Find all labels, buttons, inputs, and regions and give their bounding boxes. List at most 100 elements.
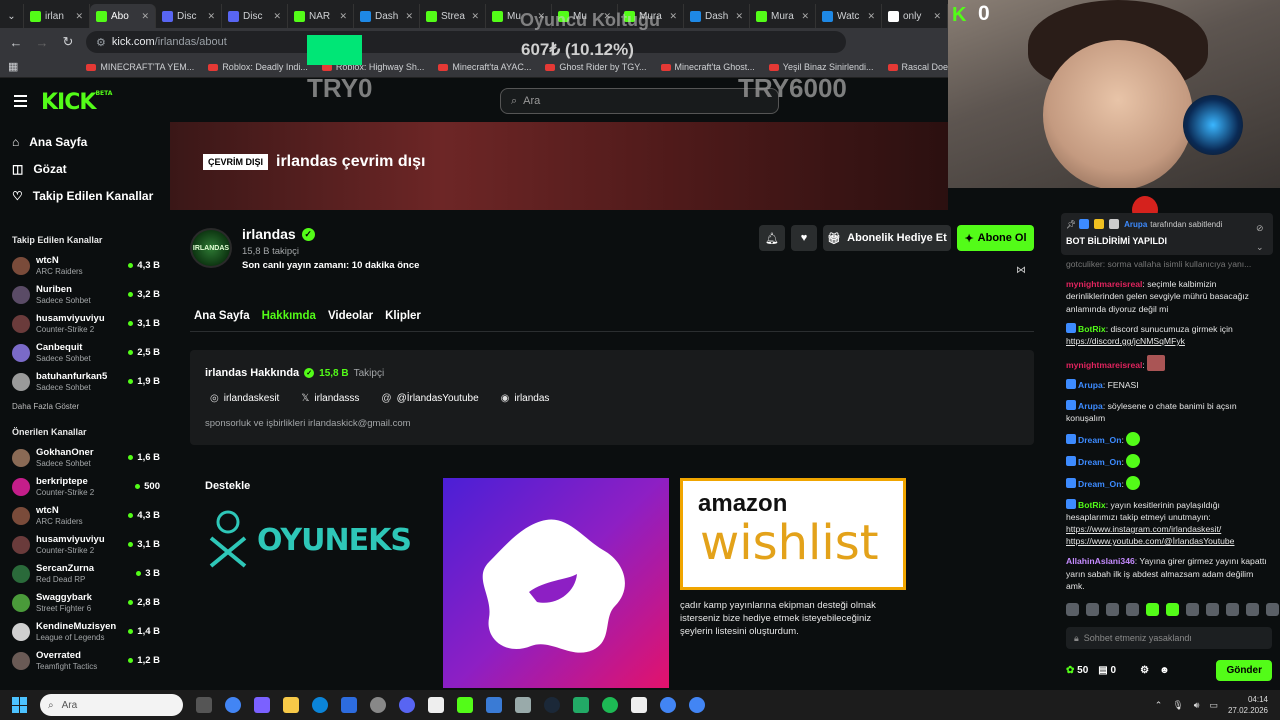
chat-username[interactable]: Arupa [1078, 380, 1103, 390]
kick-logo[interactable]: KICKBETA [41, 90, 112, 115]
url-input[interactable]: ⚙ kick.com /irlandas/about [86, 31, 846, 53]
chat-username[interactable]: BotRix [1078, 324, 1106, 334]
close-icon[interactable]: ✕ [141, 11, 149, 22]
menu-icon[interactable] [14, 95, 27, 110]
settings-icon[interactable]: ⚙ [1140, 665, 1149, 676]
windows-start-icon[interactable] [12, 697, 28, 713]
browser-tab[interactable]: Disc ✕ [222, 4, 288, 28]
close-icon[interactable]: ✕ [75, 11, 83, 22]
star-panel[interactable] [443, 478, 669, 688]
app-icon[interactable] [573, 697, 589, 713]
edge-icon[interactable] [312, 697, 328, 713]
gift-subscription-button[interactable]: 🎁︎ Abonelik Hediye Et [823, 225, 951, 251]
channel-item[interactable]: Canbequit Sadece Sohbet 2,5 B [0, 338, 170, 367]
bookmark-item[interactable]: Rascal Does Not Dr... [887, 62, 948, 72]
channel-item[interactable]: batuhanfurkan5 Sadece Sohbet 1,9 B [0, 367, 170, 396]
apps-icon[interactable]: ▦ [8, 60, 18, 73]
sidebar-item-following[interactable]: ♡ Takip Edilen Kanallar [0, 182, 170, 209]
emote-icon[interactable] [1226, 603, 1239, 616]
chevron-down-icon[interactable]: ⌄ [1256, 238, 1264, 257]
channel-avatar[interactable]: IRLANDAS [190, 228, 232, 268]
browser-tab[interactable]: irlan ✕ [24, 4, 90, 28]
points-button[interactable]: ✿ 50 [1066, 665, 1088, 676]
social-threads[interactable]: @ @İrlandasYoutube [381, 393, 478, 404]
send-button[interactable]: Gönder [1216, 659, 1272, 681]
channel-item[interactable]: berkriptepe Counter-Strike 2 500 [0, 472, 170, 501]
sidebar-item-home[interactable]: ⌂ Ana Sayfa [0, 128, 170, 155]
chrome-icon[interactable] [660, 697, 676, 713]
channel-item[interactable]: Nuriben Sadece Sohbet 3,2 B [0, 280, 170, 309]
chat-username[interactable]: AllahinAslani346 [1066, 556, 1135, 566]
social-discord[interactable]: ◉ irlandas [501, 393, 550, 404]
close-icon[interactable]: ✕ [471, 11, 479, 22]
browser-tab[interactable]: Dash ✕ [354, 4, 420, 28]
emote-icon[interactable] [1106, 603, 1119, 616]
chat-username[interactable]: Dream_On [1078, 457, 1121, 467]
taskbar-search[interactable]: ⌕ Ara [40, 694, 183, 716]
chat-username[interactable]: Arupa [1078, 401, 1103, 411]
social-instagram[interactable]: ◎ irlandaskesit [210, 393, 279, 404]
copilot-icon[interactable] [254, 697, 270, 713]
emote-icon[interactable] [1086, 603, 1099, 616]
discord-icon[interactable] [399, 697, 415, 713]
bookmark-item[interactable]: Ghost Rider by TGY... [545, 62, 647, 72]
browser-tab[interactable]: Mura ✕ [750, 4, 816, 28]
browser-tab[interactable]: NAR ✕ [288, 4, 354, 28]
bookmark-item[interactable]: Yeşil Binaz Sinirlendi... [768, 62, 874, 72]
tab-about[interactable]: Hakkımda [262, 310, 316, 322]
emote-icon[interactable] [1206, 603, 1219, 616]
spotify-icon[interactable] [602, 697, 618, 713]
channel-item[interactable]: KendineMuzisyen League of Legends 1,4 B [0, 617, 170, 646]
close-icon[interactable]: ✕ [405, 11, 413, 22]
battery-icon[interactable]: ▭ [1209, 700, 1218, 711]
notification-button[interactable]: 🔔︎ [759, 225, 785, 251]
close-icon[interactable]: ✕ [867, 11, 875, 22]
channel-item[interactable]: Swaggybark Street Fighter 6 2,8 B [0, 588, 170, 617]
channel-item[interactable]: GokhanOner Sadece Sohbet 1,6 B [0, 443, 170, 472]
site-info-icon[interactable]: ⚙ [96, 36, 106, 49]
obs-icon[interactable] [370, 697, 386, 713]
share-icon[interactable]: ⋈ [1016, 265, 1026, 276]
close-icon[interactable]: ✕ [339, 11, 347, 22]
channel-item[interactable]: husamviyuviyu Counter-Strike 2 3,1 B [0, 309, 170, 338]
chat-username[interactable]: BotRix [1078, 500, 1106, 510]
steam-icon[interactable] [544, 697, 560, 713]
channel-item[interactable]: wtcN ARC Raiders 4,3 B [0, 251, 170, 280]
reload-icon[interactable]: ↻ [60, 34, 76, 50]
follow-button[interactable]: ♥ [791, 225, 817, 251]
app-icon[interactable] [486, 697, 502, 713]
browser-tab[interactable]: Dash ✕ [684, 4, 750, 28]
chrome-icon[interactable] [689, 697, 705, 713]
chat-link[interactable]: https://www.youtube.com/@İrlandasYoutube [1066, 536, 1234, 546]
tab-home[interactable]: Ana Sayfa [194, 310, 250, 322]
emote-picker-icon[interactable]: ☻ [1159, 665, 1170, 676]
store-icon[interactable] [341, 697, 357, 713]
browser-tab[interactable]: Disc ✕ [156, 4, 222, 28]
channel-item[interactable]: husamviyuviyu Counter-Strike 2 3,1 B [0, 530, 170, 559]
tab-clips[interactable]: Klipler [385, 310, 421, 322]
browser-tab[interactable]: Abo ✕ [90, 4, 156, 28]
bookmark-item[interactable]: Minecraft'ta Ghost... [660, 62, 755, 72]
volume-icon[interactable]: 🔊︎ [1194, 700, 1200, 711]
bookmark-item[interactable]: MINECRAFT'TA YEM... [86, 62, 194, 72]
channel-item[interactable]: wtcN ARC Raiders 4,3 B [0, 501, 170, 530]
unpin-icon[interactable]: ⊘ [1256, 219, 1264, 238]
show-more-link[interactable]: Daha Fazla Göster [0, 402, 170, 411]
close-icon[interactable]: ✕ [273, 11, 281, 22]
app-icon[interactable] [515, 697, 531, 713]
chat-link[interactable]: https://www.instagram.com/irlandaskesit/ [1066, 524, 1221, 534]
chat-link[interactable]: https://discord.gg/jcNMSqMFyk [1066, 336, 1185, 346]
back-icon[interactable]: ← [8, 35, 24, 50]
browser-tab[interactable]: only ✕ [882, 4, 948, 28]
microphone-icon[interactable]: 🎙︎ [1172, 700, 1183, 711]
tab-search-button[interactable]: ⌄ [0, 4, 24, 28]
bookmark-item[interactable]: Roblox: Deadly Indi... [208, 62, 308, 72]
file-explorer-icon[interactable] [283, 697, 299, 713]
capcut-icon[interactable] [631, 697, 647, 713]
close-icon[interactable]: ✕ [207, 11, 215, 22]
tab-videos[interactable]: Videolar [328, 310, 373, 322]
chevron-up-icon[interactable]: ⌃ [1155, 700, 1163, 711]
channel-item[interactable]: Overrated Teamfight Tactics 1,2 B [0, 646, 170, 675]
oyuneks-panel[interactable]: OYUNEKS [205, 505, 435, 575]
emote-icon[interactable] [1246, 603, 1259, 616]
